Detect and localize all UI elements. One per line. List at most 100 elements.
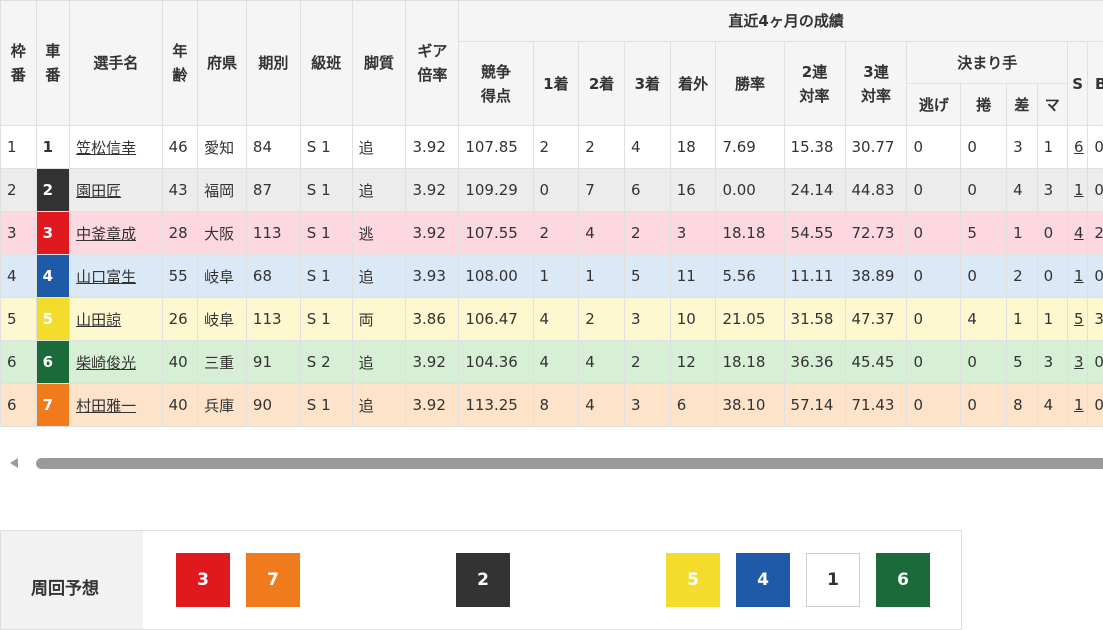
race-entry-table: 枠番 車番 選手名 年齢 府県 期別 級班 脚質 ギア倍率 直近4ヶ月の成績 競… <box>0 0 1103 427</box>
scroll-thumb[interactable] <box>36 458 1103 469</box>
makuri-count-cell: 5 <box>961 212 1007 255</box>
waku-cell: 6 <box>1 384 37 427</box>
rider-row: 33中釜章成28大阪113S 1逃3.92107.55242318.1854.5… <box>1 212 1103 255</box>
s-count-link[interactable]: 6 <box>1074 138 1084 156</box>
rider-name-cell: 園田匠 <box>70 169 162 212</box>
makuri-count-cell: 0 <box>961 255 1007 298</box>
rate3-cell: 44.83 <box>845 169 907 212</box>
forecast-chip-car-2: 2 <box>456 553 510 607</box>
age-cell: 28 <box>162 212 198 255</box>
rider-name-cell: 中釜章成 <box>70 212 162 255</box>
b-count-cell: 0 <box>1088 341 1103 384</box>
header-car-number: 車番 <box>36 1 70 126</box>
scroll-left-arrow-icon[interactable] <box>10 458 18 468</box>
win-rate-cell: 38.10 <box>716 384 784 427</box>
car-number-cell: 2 <box>36 169 70 212</box>
rider-name-cell: 山田諒 <box>70 298 162 341</box>
second-count-cell: 4 <box>579 384 625 427</box>
term-cell: 87 <box>246 169 300 212</box>
mark-count-cell: 3 <box>1037 169 1067 212</box>
first-count-cell: 1 <box>533 255 579 298</box>
age-cell: 55 <box>162 255 198 298</box>
rider-name-link[interactable]: 中釜章成 <box>76 225 136 243</box>
win-rate-cell: 5.56 <box>716 255 784 298</box>
rider-row: 44山口富生55岐阜68S 1追3.93108.00115115.5611.11… <box>1 255 1103 298</box>
leg-type-cell: 追 <box>352 169 406 212</box>
rider-name-link[interactable]: 柴崎俊光 <box>76 354 136 372</box>
header-mark: マ <box>1037 84 1067 126</box>
s-count-link[interactable]: 1 <box>1074 396 1084 414</box>
leg-type-cell: 逃 <box>352 212 406 255</box>
rate2-cell: 31.58 <box>784 298 845 341</box>
nige-count-cell: 0 <box>907 255 961 298</box>
sashi-count-cell: 1 <box>1007 298 1037 341</box>
leg-type-cell: 追 <box>352 341 406 384</box>
sashi-count-cell: 8 <box>1007 384 1037 427</box>
lap-forecast-label-cell: 周回予想 <box>1 531 143 629</box>
makuri-count-cell: 0 <box>961 126 1007 169</box>
first-count-cell: 8 <box>533 384 579 427</box>
term-cell: 113 <box>246 212 300 255</box>
term-cell: 91 <box>246 341 300 384</box>
mark-count-cell: 1 <box>1037 298 1067 341</box>
gear-ratio-cell: 3.92 <box>406 169 459 212</box>
out-count-cell: 12 <box>670 341 716 384</box>
rider-name-cell: 笠松信幸 <box>70 126 162 169</box>
third-count-cell: 6 <box>624 169 670 212</box>
nige-count-cell: 0 <box>907 298 961 341</box>
leg-type-cell: 両 <box>352 298 406 341</box>
b-count-cell: 3 <box>1088 298 1103 341</box>
header-gear-ratio: ギア倍率 <box>406 1 459 126</box>
header-leg-type: 脚質 <box>352 1 406 126</box>
rider-name-link[interactable]: 村田雅一 <box>76 397 136 415</box>
rider-name-cell: 柴崎俊光 <box>70 341 162 384</box>
second-count-cell: 4 <box>579 341 625 384</box>
term-cell: 113 <box>246 298 300 341</box>
s-count-link[interactable]: 5 <box>1074 310 1084 328</box>
rate2-cell: 57.14 <box>784 384 845 427</box>
s-count-link[interactable]: 3 <box>1074 353 1084 371</box>
s-count-link[interactable]: 1 <box>1074 181 1084 199</box>
age-cell: 43 <box>162 169 198 212</box>
gear-ratio-cell: 3.92 <box>406 126 459 169</box>
s-count-link[interactable]: 4 <box>1074 224 1084 242</box>
race-score-cell: 106.47 <box>459 298 533 341</box>
third-count-cell: 3 <box>624 298 670 341</box>
header-kimarite: 決まり手 <box>907 42 1068 84</box>
prefecture-cell: 岐阜 <box>198 298 247 341</box>
rider-name-link[interactable]: 笠松信幸 <box>76 139 136 157</box>
s-count-cell-cell: 4 <box>1068 212 1088 255</box>
prefecture-cell: 福岡 <box>198 169 247 212</box>
s-count-cell-cell: 1 <box>1068 384 1088 427</box>
second-count-cell: 7 <box>579 169 625 212</box>
class-cell: S 1 <box>300 212 352 255</box>
rider-name-link[interactable]: 山田諒 <box>76 311 121 329</box>
rider-name-link[interactable]: 山口富生 <box>76 268 136 286</box>
rate3-cell: 47.37 <box>845 298 907 341</box>
s-count-cell-cell: 1 <box>1068 169 1088 212</box>
horizontal-scrollbar[interactable] <box>0 455 1103 471</box>
race-score-cell: 104.36 <box>459 341 533 384</box>
age-cell: 40 <box>162 341 198 384</box>
class-cell: S 1 <box>300 384 352 427</box>
sashi-count-cell: 2 <box>1007 255 1037 298</box>
s-count-link[interactable]: 1 <box>1074 267 1084 285</box>
car-number-cell: 6 <box>36 341 70 384</box>
first-count-cell: 2 <box>533 126 579 169</box>
waku-cell: 1 <box>1 126 37 169</box>
race-score-cell: 108.00 <box>459 255 533 298</box>
term-cell: 68 <box>246 255 300 298</box>
rate2-cell: 15.38 <box>784 126 845 169</box>
age-cell: 46 <box>162 126 198 169</box>
header-race-score: 競争得点 <box>459 42 533 126</box>
mark-count-cell: 3 <box>1037 341 1067 384</box>
leg-type-cell: 追 <box>352 384 406 427</box>
second-count-cell: 2 <box>579 126 625 169</box>
mark-count-cell: 4 <box>1037 384 1067 427</box>
rider-name-cell: 山口富生 <box>70 255 162 298</box>
s-count-cell-cell: 5 <box>1068 298 1088 341</box>
second-count-cell: 2 <box>579 298 625 341</box>
race-score-cell: 107.55 <box>459 212 533 255</box>
header-second: 2着 <box>579 42 625 126</box>
rider-name-link[interactable]: 園田匠 <box>76 182 121 200</box>
